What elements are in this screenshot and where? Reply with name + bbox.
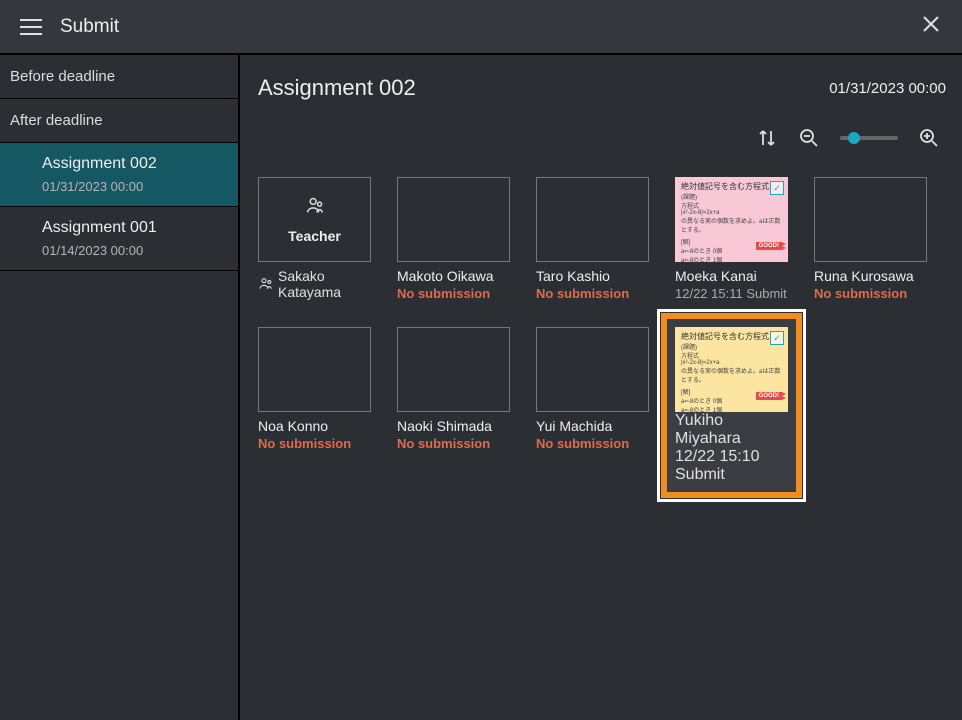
good-badge: GOOD!: [756, 392, 782, 400]
student-status: 12/22 15:11 Submit: [675, 286, 788, 301]
student-card[interactable]: 絶対値記号を含む方程式 (課題) 方程式 |x²-2x-8|=2x+a の異なる…: [675, 177, 788, 301]
student-thumb-submitted: 絶対値記号を含む方程式 (課題) 方程式 |x²-2x-8|=2x+a の異なる…: [675, 177, 788, 262]
student-status: No submission: [397, 286, 510, 301]
main-content: Assignment 002 01/31/2023 00:00: [240, 55, 962, 720]
good-badge: GOOD!: [756, 242, 782, 250]
student-status: No submission: [258, 436, 371, 451]
zoom-slider-handle[interactable]: [848, 132, 860, 144]
assignment-title: Assignment 001: [42, 219, 228, 237]
student-card-highlighted[interactable]: 絶対値記号を含む方程式 (課題) 方程式 |x²-2x-8|=2x+a の異なる…: [661, 313, 802, 498]
assignment-title: Assignment 002: [42, 155, 228, 173]
student-name: Yui Machida: [536, 418, 649, 434]
menu-icon[interactable]: [20, 19, 42, 35]
student-thumb-empty: [397, 327, 510, 412]
assignment-date: 01/31/2023 00:00: [42, 179, 228, 194]
student-status: No submission: [397, 436, 510, 451]
student-thumb-submitted: 絶対値記号を含む方程式 (課題) 方程式 |x²-2x-8|=2x+a の異なる…: [675, 327, 788, 412]
student-name: Makoto Oikawa: [397, 268, 510, 284]
check-icon: ✓: [770, 331, 784, 345]
submission-grid: Teacher Sakako Katayama Makoto Oikawa No…: [258, 177, 946, 484]
section-after-deadline[interactable]: After deadline: [0, 99, 238, 143]
teacher-thumb: Teacher: [258, 177, 371, 262]
student-thumb-empty: [397, 177, 510, 262]
sort-icon[interactable]: [756, 127, 778, 149]
people-icon: [258, 276, 274, 292]
student-status: No submission: [536, 286, 649, 301]
doc-title: 絶対値記号を含む方程式: [681, 331, 782, 342]
student-name: Runa Kurosawa: [814, 268, 927, 284]
toolbar: [258, 127, 946, 149]
student-name: Noa Konno: [258, 418, 371, 434]
student-thumb-empty: [536, 327, 649, 412]
sidebar-assignment-001[interactable]: Assignment 001 01/14/2023 00:00: [0, 207, 238, 271]
student-card[interactable]: Taro Kashio No submission: [536, 177, 649, 301]
zoom-out-icon[interactable]: [798, 127, 820, 149]
student-name: Naoki Shimada: [397, 418, 510, 434]
student-name: Yukiho Miyahara: [675, 412, 788, 448]
deadline-text: 01/31/2023 00:00: [829, 80, 946, 97]
student-name: Taro Kashio: [536, 268, 649, 284]
student-card[interactable]: Runa Kurosawa No submission: [814, 177, 927, 301]
sidebar-assignment-002[interactable]: Assignment 002 01/31/2023 00:00: [0, 143, 238, 207]
student-status: No submission: [814, 286, 927, 301]
zoom-in-icon[interactable]: [918, 127, 940, 149]
student-thumb-empty: [258, 327, 371, 412]
assignment-date: 01/14/2023 00:00: [42, 243, 228, 258]
student-card[interactable]: Naoki Shimada No submission: [397, 327, 510, 484]
student-status: No submission: [536, 436, 649, 451]
top-bar: Submit: [0, 0, 962, 55]
section-before-deadline[interactable]: Before deadline: [0, 55, 238, 99]
doc-title: 絶対値記号を含む方程式: [681, 181, 782, 192]
close-button[interactable]: [915, 7, 947, 47]
sidebar: Before deadline After deadline Assignmen…: [0, 55, 240, 720]
student-thumb-empty: [814, 177, 927, 262]
student-status: 12/22 15:10 Submit: [675, 448, 788, 484]
teacher-icon: [304, 195, 326, 222]
student-card[interactable]: Noa Konno No submission: [258, 327, 371, 484]
teacher-card[interactable]: Teacher Sakako Katayama: [258, 177, 371, 301]
student-card[interactable]: Yui Machida No submission: [536, 327, 649, 484]
zoom-slider[interactable]: [840, 136, 898, 140]
app-title: Submit: [60, 16, 119, 38]
page-title: Assignment 002: [258, 75, 416, 101]
teacher-label: Teacher: [288, 228, 341, 244]
student-card[interactable]: Makoto Oikawa No submission: [397, 177, 510, 301]
teacher-name: Sakako Katayama: [278, 268, 371, 300]
student-name: Moeka Kanai: [675, 268, 788, 284]
check-icon: ✓: [770, 181, 784, 195]
student-thumb-empty: [536, 177, 649, 262]
